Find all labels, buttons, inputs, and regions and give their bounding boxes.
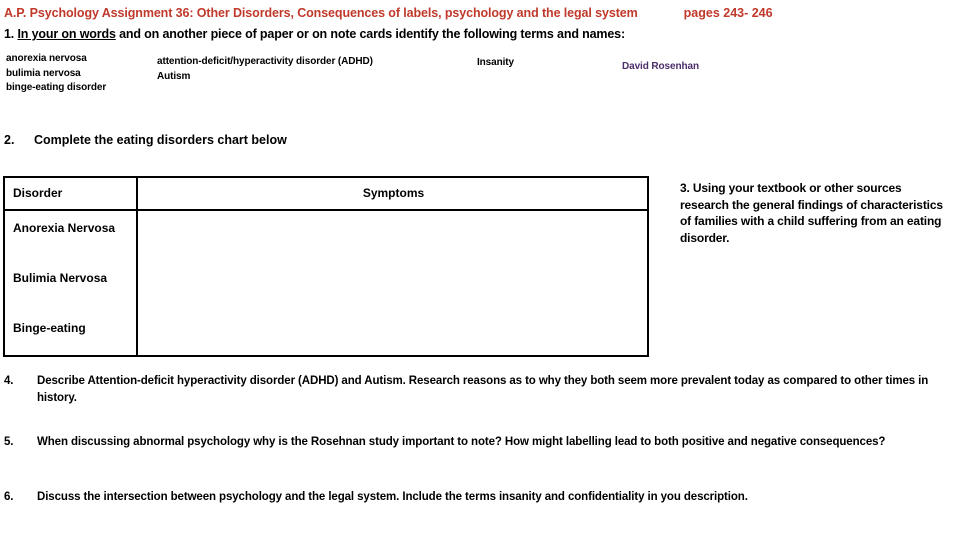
page-reference: pages 243- 246 [683, 6, 773, 20]
instruction-item-2: 2. Complete the eating disorders chart be… [4, 133, 287, 147]
instruction-item-1: 1. In your on words and on another piece… [4, 27, 944, 41]
item-1-text: and on another piece of paper or on note… [115, 27, 625, 41]
item-4-number: 4. [4, 375, 14, 387]
item-2-number: 2. [4, 133, 15, 147]
instruction-item-4: 4. Describe Attention-deficit hyperactiv… [4, 373, 948, 407]
term-item: Insanity [477, 57, 514, 68]
terms-column-1: anorexia nervosa bulimia nervosa binge-e… [6, 52, 106, 96]
table-header-symptoms: Symptoms [362, 186, 425, 200]
terms-list: anorexia nervosa bulimia nervosa binge-e… [0, 52, 960, 97]
term-item-hyperlink[interactable]: David Rosenhan [622, 60, 699, 75]
item-2-text: Complete the eating disorders chart belo… [34, 133, 287, 147]
term-item: attention-deficit/hyperactivity disorder… [157, 56, 373, 67]
terms-column-3: Insanity [477, 56, 514, 71]
term-item: bulimia nervosa [6, 67, 81, 79]
table-row: Anorexia Nervosa [13, 221, 116, 235]
instruction-item-6: 6. Discuss the intersection between psyc… [4, 489, 948, 506]
term-item: binge-eating disorder [6, 82, 107, 93]
table-row: Bulimia Nervosa [13, 271, 108, 285]
eating-disorders-table: Disorder Symptoms Anorexia Nervosa Bulim… [3, 176, 649, 357]
table-symptoms-column[interactable] [138, 211, 647, 355]
table-disorder-column: Anorexia Nervosa Bulimia Nervosa Binge-e… [13, 211, 134, 355]
worksheet-page: A.P. Psychology Assignment 36: Other Dis… [0, 0, 960, 540]
terms-column-4: David Rosenhan [622, 60, 699, 75]
item-5-number: 5. [4, 436, 14, 448]
term-item: Autism [157, 70, 191, 82]
term-item: anorexia nervosa [6, 53, 87, 64]
item-1-number: 1. [4, 27, 15, 41]
item-1-underlined-phrase: In your on words [17, 27, 116, 41]
page-header: A.P. Psychology Assignment 36: Other Dis… [4, 4, 956, 22]
table-row: Binge-eating [13, 321, 86, 335]
table-header-disorder: Disorder [13, 186, 63, 200]
item-4-line-1: Describe Attention-deficit hyperactivity… [37, 375, 852, 387]
item-6-number: 6. [4, 491, 14, 503]
page-title: A.P. Psychology Assignment 36: Other Dis… [4, 6, 638, 20]
instruction-item-5: 5. When discussing abnormal psychology w… [4, 434, 952, 451]
terms-column-2: attention-deficit/hyperactivity disorder… [157, 55, 373, 84]
instruction-item-3: 3. Using your textbook or other sources … [680, 181, 943, 245]
item-6-line-1: Discuss the intersection between psychol… [37, 491, 748, 503]
item-5-line-1: When discussing abnormal psychology why … [37, 436, 886, 448]
